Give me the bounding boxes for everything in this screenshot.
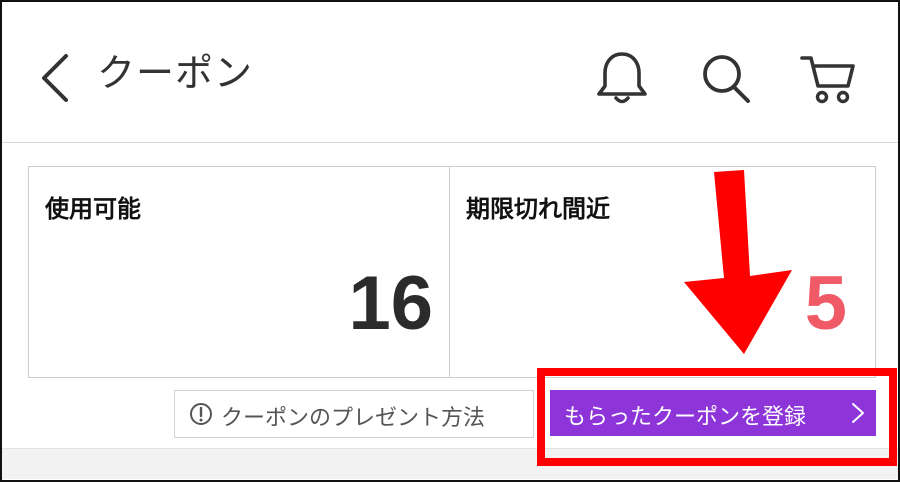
bell-icon <box>597 52 647 104</box>
search-button[interactable] <box>696 46 756 108</box>
top-bar: クーポン <box>2 2 898 143</box>
available-coupons-count: 16 <box>348 261 433 346</box>
register-coupon-label: もらったクーポンを登録 <box>564 405 807 430</box>
back-chevron-icon <box>42 54 68 102</box>
cart-button[interactable] <box>798 46 858 108</box>
search-icon <box>703 55 750 103</box>
coupon-gift-howto-link[interactable]: クーポンのプレゼント方法 <box>174 390 534 438</box>
cart-icon <box>800 56 855 104</box>
expiring-coupons-count: 5 <box>804 261 847 346</box>
register-coupon-button[interactable]: もらったクーポンを登録 <box>550 390 876 436</box>
page-title: クーポン <box>97 51 254 95</box>
expiring-coupons-label: 期限切れ間近 <box>466 195 610 223</box>
expiring-coupons-card[interactable]: 期限切れ間近 5 <box>450 167 875 377</box>
available-coupons-card[interactable]: 使用可能 16 <box>29 167 450 377</box>
notifications-button[interactable] <box>592 46 652 108</box>
back-button[interactable] <box>32 48 82 108</box>
available-coupons-label: 使用可能 <box>45 195 141 223</box>
footer-band <box>2 448 898 479</box>
info-icon <box>190 403 212 425</box>
howto-label: クーポンのプレゼント方法 <box>221 406 486 431</box>
chevron-right-icon <box>852 403 864 423</box>
coupon-summary: 使用可能 16 期限切れ間近 5 <box>28 166 876 378</box>
